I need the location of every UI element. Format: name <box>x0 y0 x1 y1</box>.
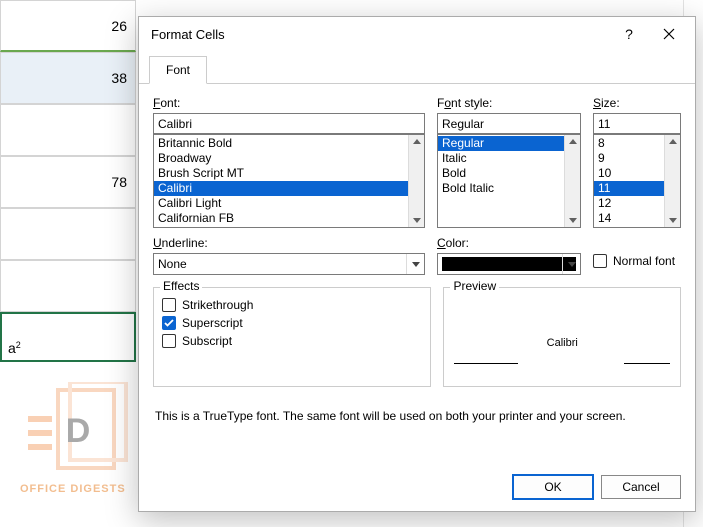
format-cells-dialog: Format Cells ? Font Font: Britannic Bold… <box>138 16 696 512</box>
font-style-listbox[interactable]: Regular Italic Bold Bold Italic <box>437 134 581 228</box>
style-option-selected[interactable]: Regular <box>438 136 580 151</box>
preview-legend: Preview <box>450 279 499 293</box>
check-icon <box>164 319 174 327</box>
chevron-down-icon <box>406 254 424 274</box>
help-button[interactable]: ? <box>609 20 649 48</box>
effects-legend: Effects <box>160 279 202 293</box>
normal-font-checkbox[interactable]: Normal font <box>593 254 681 268</box>
superscript-checkbox[interactable]: Superscript <box>162 316 422 330</box>
office-digests-watermark: D OFFICE DIGESTS <box>18 382 138 500</box>
normal-font-label: Normal font <box>613 254 675 268</box>
strikethrough-label: Strikethrough <box>182 298 253 312</box>
font-option[interactable]: Broadway <box>154 151 424 166</box>
cell-a4[interactable]: 78 <box>0 156 136 208</box>
color-combo[interactable] <box>437 253 581 275</box>
style-option[interactable]: Bold Italic <box>438 181 580 196</box>
font-input[interactable] <box>153 113 425 134</box>
cancel-button[interactable]: Cancel <box>601 475 681 499</box>
strikethrough-checkbox[interactable]: Strikethrough <box>162 298 422 312</box>
tab-font[interactable]: Font <box>149 56 207 84</box>
size-input[interactable] <box>593 113 681 134</box>
underline-value: None <box>158 257 187 271</box>
underline-combo[interactable]: None <box>153 253 425 275</box>
dialog-titlebar: Format Cells ? <box>139 17 695 51</box>
preview-text: Calibri <box>547 337 578 349</box>
cell-a5[interactable] <box>0 208 136 260</box>
dialog-title: Format Cells <box>151 27 609 42</box>
underline-label: Underline: <box>153 236 425 250</box>
font-style-input[interactable] <box>437 113 581 134</box>
close-icon <box>663 28 675 40</box>
font-listbox[interactable]: Britannic Bold Broadway Brush Script MT … <box>153 134 425 228</box>
cell-a2[interactable]: 38 <box>0 52 136 104</box>
font-option[interactable]: Calibri Light <box>154 196 424 211</box>
font-option-selected[interactable]: Calibri <box>154 181 424 196</box>
superscript-label: Superscript <box>182 316 243 330</box>
font-scrollbar[interactable] <box>408 135 424 227</box>
effects-group: Effects Strikethrough Superscript Subscr… <box>153 287 431 387</box>
size-listbox[interactable]: 8 9 10 11 12 14 <box>593 134 681 228</box>
size-scrollbar[interactable] <box>664 135 680 227</box>
font-option[interactable]: Britannic Bold <box>154 136 424 151</box>
font-description: This is a TrueType font. The same font w… <box>153 387 681 423</box>
cell-a1[interactable]: 26 <box>0 0 136 52</box>
svg-text:OFFICE DIGESTS: OFFICE DIGESTS <box>20 483 126 495</box>
style-option[interactable]: Bold <box>438 166 580 181</box>
active-cell-text: a <box>8 340 16 356</box>
style-option[interactable]: Italic <box>438 151 580 166</box>
preview-group: Preview Calibri <box>443 287 681 387</box>
ok-button[interactable]: OK <box>513 475 593 499</box>
color-label: Color: <box>437 236 581 250</box>
font-option[interactable]: Californian FB <box>154 211 424 226</box>
active-cell[interactable]: a2 <box>0 312 136 362</box>
color-swatch <box>442 257 576 271</box>
font-label: Font: <box>153 96 425 110</box>
subscript-checkbox[interactable]: Subscript <box>162 334 422 348</box>
size-label: Size: <box>593 96 681 110</box>
style-scrollbar[interactable] <box>564 135 580 227</box>
close-button[interactable] <box>649 20 689 48</box>
dialog-tabs: Font <box>139 51 695 84</box>
chevron-down-icon <box>562 254 580 274</box>
svg-text:D: D <box>66 412 91 450</box>
active-cell-sup: 2 <box>16 340 21 350</box>
cell-a6[interactable] <box>0 260 136 312</box>
dialog-footer: OK Cancel <box>139 463 695 511</box>
subscript-label: Subscript <box>182 334 232 348</box>
font-option[interactable]: Brush Script MT <box>154 166 424 181</box>
cell-a3[interactable] <box>0 104 136 156</box>
font-style-label: Font style: <box>437 96 581 110</box>
